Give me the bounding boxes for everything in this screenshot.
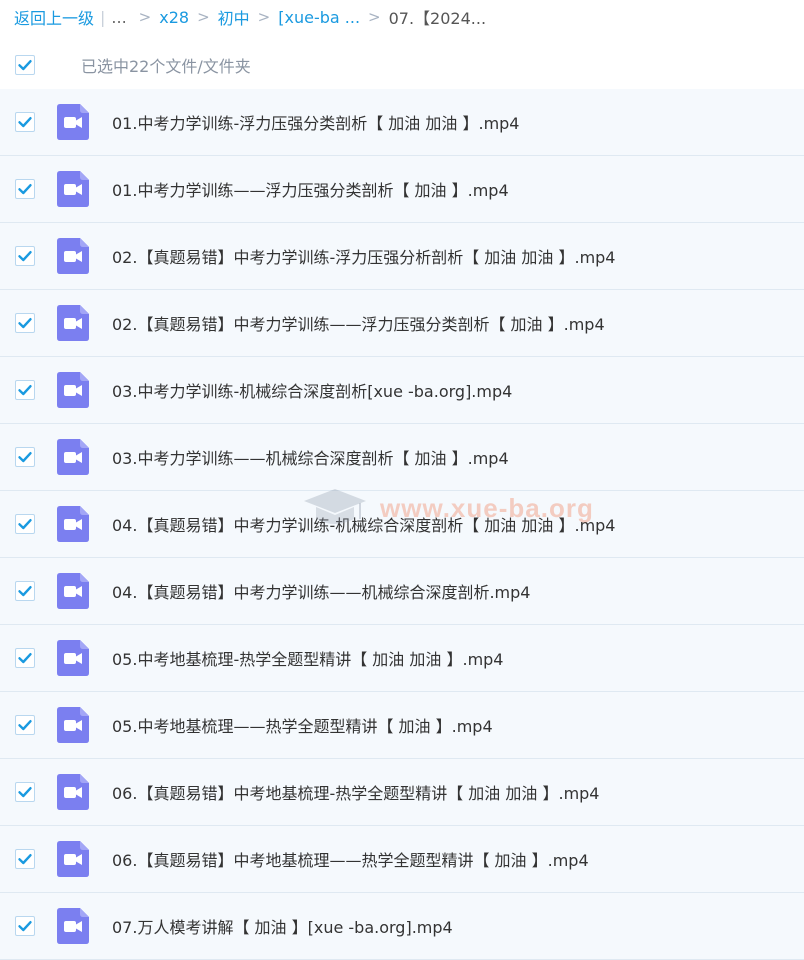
file-row[interactable]: 06.【真题易错】中考地基梳理——热学全题型精讲【 加油 】.mp4 (0, 826, 804, 893)
file-row[interactable]: 05.中考地基梳理-热学全题型精讲【 加油 加油 】.mp4 (0, 625, 804, 692)
check-icon (18, 519, 32, 530)
video-file-icon (57, 372, 89, 408)
file-row[interactable]: 03.中考力学训练-机械综合深度剖析[xue -ba.org].mp4 (0, 357, 804, 424)
check-icon (18, 452, 32, 463)
chevron-right-icon: > (257, 8, 271, 26)
video-file-icon (57, 707, 89, 743)
file-checkbox[interactable] (15, 179, 35, 199)
selection-count: 已选中22个文件/文件夹 (81, 57, 251, 76)
file-checkbox[interactable] (15, 782, 35, 802)
video-file-icon (57, 506, 89, 542)
check-icon (18, 184, 32, 195)
video-file-icon (57, 171, 89, 207)
breadcrumb-ellipsis[interactable]: ... (111, 8, 126, 27)
video-file-icon (57, 573, 89, 609)
select-all-checkbox[interactable] (15, 55, 35, 75)
file-row[interactable]: 03.中考力学训练——机械综合深度剖析【 加油 】.mp4 (0, 424, 804, 491)
file-checkbox[interactable] (15, 715, 35, 735)
file-name[interactable]: 04.【真题易错】中考力学训练-机械综合深度剖析【 加油 加油 】.mp4 (112, 512, 616, 536)
check-icon (18, 117, 32, 128)
file-list: 01.中考力学训练-浮力压强分类剖析【 加油 加油 】.mp4 01.中考力学训练… (0, 89, 804, 960)
file-row[interactable]: 07.万人模考讲解【 加油 】[xue -ba.org].mp4 (0, 893, 804, 960)
breadcrumb-item-xue-ba[interactable]: [xue-ba ... (278, 8, 360, 27)
file-checkbox[interactable] (15, 581, 35, 601)
chevron-right-icon: > (197, 8, 210, 26)
back-link[interactable]: 返回上一级 (14, 5, 94, 29)
check-icon (18, 60, 32, 71)
file-checkbox[interactable] (15, 447, 35, 467)
file-checkbox[interactable] (15, 916, 35, 936)
video-file-icon (57, 774, 89, 810)
file-name[interactable]: 06.【真题易错】中考地基梳理——热学全题型精讲【 加油 】.mp4 (112, 847, 589, 871)
file-row[interactable]: 02.【真题易错】中考力学训练-浮力压强分析剖析【 加油 加油 】.mp4 (0, 223, 804, 290)
video-file-icon (57, 908, 89, 944)
file-checkbox[interactable] (15, 648, 35, 668)
check-icon (18, 251, 32, 262)
file-row[interactable]: 02.【真题易错】中考力学训练——浮力压强分类剖析【 加油 】.mp4 (0, 290, 804, 357)
file-checkbox[interactable] (15, 514, 35, 534)
file-name[interactable]: 05.中考地基梳理-热学全题型精讲【 加油 加油 】.mp4 (112, 646, 504, 670)
chevron-right-icon: > (368, 8, 381, 26)
file-name[interactable]: 02.【真题易错】中考力学训练-浮力压强分析剖析【 加油 加油 】.mp4 (112, 244, 616, 268)
file-row[interactable]: 04.【真题易错】中考力学训练-机械综合深度剖析【 加油 加油 】.mp4 (0, 491, 804, 558)
breadcrumb: 返回上一级 | ... > x28 > 初中 > [xue-ba ... > 0… (14, 0, 486, 34)
file-checkbox[interactable] (15, 849, 35, 869)
video-file-icon (57, 305, 89, 341)
file-checkbox[interactable] (15, 112, 35, 132)
file-row[interactable]: 04.【真题易错】中考力学训练——机械综合深度剖析.mp4 (0, 558, 804, 625)
breadcrumb-item-x28[interactable]: x28 (159, 8, 189, 27)
file-checkbox[interactable] (15, 313, 35, 333)
check-icon (18, 787, 32, 798)
file-name[interactable]: 04.【真题易错】中考力学训练——机械综合深度剖析.mp4 (112, 579, 530, 603)
file-checkbox[interactable] (15, 246, 35, 266)
file-row[interactable]: 06.【真题易错】中考地基梳理-热学全题型精讲【 加油 加油 】.mp4 (0, 759, 804, 826)
check-icon (18, 385, 32, 396)
file-name[interactable]: 01.中考力学训练——浮力压强分类剖析【 加油 】.mp4 (112, 177, 509, 201)
check-icon (18, 921, 32, 932)
file-row[interactable]: 01.中考力学训练-浮力压强分类剖析【 加油 加油 】.mp4 (0, 89, 804, 156)
check-icon (18, 653, 32, 664)
file-checkbox[interactable] (15, 380, 35, 400)
file-name[interactable]: 05.中考地基梳理——热学全题型精讲【 加油 】.mp4 (112, 713, 493, 737)
file-name[interactable]: 02.【真题易错】中考力学训练——浮力压强分类剖析【 加油 】.mp4 (112, 311, 605, 335)
breadcrumb-divider: | (100, 7, 106, 27)
video-file-icon (57, 640, 89, 676)
check-icon (18, 720, 32, 731)
file-name[interactable]: 06.【真题易错】中考地基梳理-热学全题型精讲【 加油 加油 】.mp4 (112, 780, 600, 804)
selection-bar: 已选中22个文件/文件夹 (0, 44, 804, 86)
file-name[interactable]: 07.万人模考讲解【 加油 】[xue -ba.org].mp4 (112, 914, 453, 938)
breadcrumb-current: 07.【2024... (388, 9, 487, 28)
file-row[interactable]: 01.中考力学训练——浮力压强分类剖析【 加油 】.mp4 (0, 156, 804, 223)
chevron-right-icon: > (138, 8, 152, 26)
check-icon (18, 586, 32, 597)
video-file-icon (57, 439, 89, 475)
file-name[interactable]: 03.中考力学训练-机械综合深度剖析[xue -ba.org].mp4 (112, 378, 512, 402)
video-file-icon (57, 238, 89, 274)
file-name[interactable]: 01.中考力学训练-浮力压强分类剖析【 加油 加油 】.mp4 (112, 110, 520, 134)
video-file-icon (57, 104, 89, 140)
video-file-icon (57, 841, 89, 877)
breadcrumb-item-junior[interactable]: 初中 (218, 5, 250, 29)
file-row[interactable]: 05.中考地基梳理——热学全题型精讲【 加油 】.mp4 (0, 692, 804, 759)
file-name[interactable]: 03.中考力学训练——机械综合深度剖析【 加油 】.mp4 (112, 445, 509, 469)
check-icon (18, 318, 32, 329)
check-icon (18, 854, 32, 865)
